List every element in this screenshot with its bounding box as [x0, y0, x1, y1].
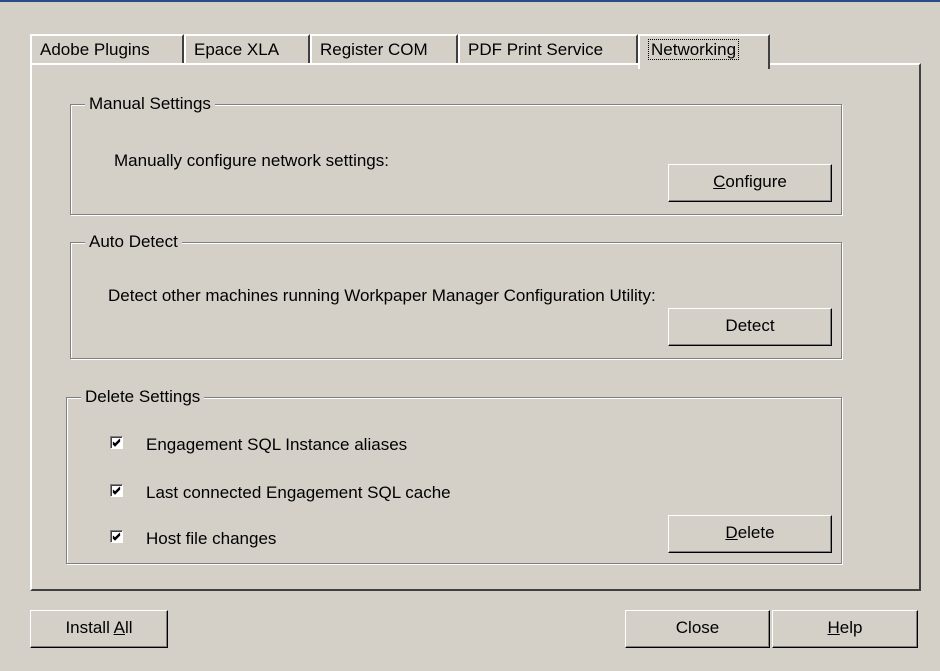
button-mnemonic: D — [725, 523, 738, 542]
tab-label: Adobe Plugins — [40, 40, 150, 59]
tab-register-com[interactable]: Register COM — [310, 34, 458, 64]
checkbox-host-file[interactable] — [110, 530, 123, 543]
button-label: elp — [839, 618, 863, 637]
button-label: onfigure — [725, 172, 787, 191]
delete-button[interactable]: Delete — [668, 515, 832, 553]
button-mnemonic: A — [113, 618, 125, 637]
button-mnemonic: C — [713, 172, 726, 191]
button-label: Install — [65, 618, 114, 637]
configure-button[interactable]: Configure — [668, 164, 832, 202]
checkmark-icon — [112, 486, 121, 495]
checkmark-icon — [112, 438, 121, 447]
checkmark-icon — [112, 532, 121, 541]
tab-label: Register COM — [320, 40, 428, 59]
auto-detect-title: Auto Detect — [85, 231, 182, 253]
checkbox-label: Last connected Engagement SQL cache — [146, 483, 451, 502]
delete-settings-title: Delete Settings — [81, 386, 205, 408]
help-button[interactable]: Help — [772, 610, 918, 648]
tab-label: Networking — [648, 39, 740, 60]
detect-button[interactable]: Detect — [668, 308, 832, 346]
tab-pdf-print-service[interactable]: PDF Print Service — [458, 34, 638, 64]
button-mnemonic: H — [827, 618, 840, 637]
close-button[interactable]: Close — [625, 610, 770, 648]
button-label: elete — [737, 523, 775, 542]
checkbox-label: Host file changes — [146, 529, 277, 548]
tab-label: Epace XLA — [194, 40, 280, 59]
tab-adobe-plugins[interactable]: Adobe Plugins — [30, 34, 184, 64]
checkbox-sql-aliases[interactable] — [110, 436, 123, 449]
tab-label: PDF Print Service — [468, 40, 604, 59]
auto-detect-description: Detect other machines running Workpaper … — [108, 286, 656, 305]
tab-epace-xla[interactable]: Epace XLA — [184, 34, 310, 64]
window-top-edge — [0, 0, 940, 2]
manual-settings-title: Manual Settings — [85, 93, 215, 115]
checkbox-label: Engagement SQL Instance aliases — [146, 435, 408, 454]
checkbox-sql-cache[interactable] — [110, 484, 123, 497]
tab-networking[interactable]: Networking — [638, 34, 770, 69]
button-label: ll — [124, 618, 133, 637]
install-all-button[interactable]: Install All — [30, 610, 168, 648]
manual-settings-description: Manually configure network settings: — [114, 151, 389, 170]
